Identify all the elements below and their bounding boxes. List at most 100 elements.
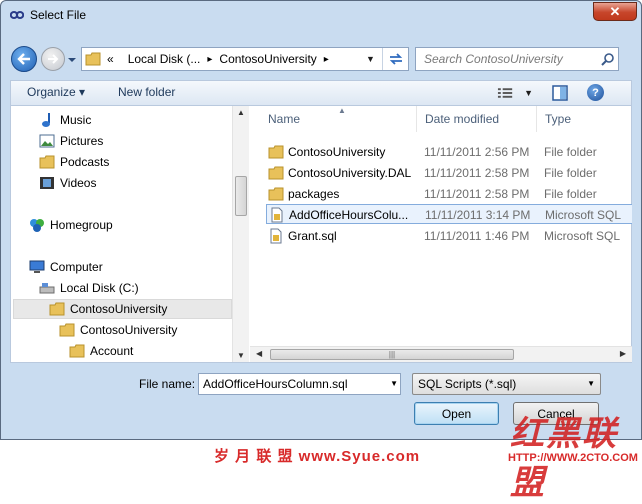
file-type: File folder	[544, 166, 597, 180]
dialog-icon	[10, 11, 24, 19]
select-file-dialog: Select File ✕ « Local Disk (... ▸ Contos…	[0, 0, 642, 440]
column-header-label: Type	[545, 112, 572, 126]
scroll-up-icon[interactable]: ▲	[237, 108, 245, 117]
nav-item-computer[interactable]: Computer	[29, 257, 103, 277]
refresh-button[interactable]	[382, 48, 408, 70]
column-header-date-modified[interactable]: Date modified	[417, 106, 537, 132]
file-row[interactable]: ContosoUniversity 11/11/2011 2:56 PM Fil…	[266, 142, 632, 162]
recent-pages-dropdown[interactable]	[67, 55, 77, 65]
chevron-right-icon[interactable]: ▸	[207, 54, 212, 65]
nav-item-music[interactable]: Music	[39, 110, 91, 130]
details-view-icon	[497, 88, 513, 98]
preview-pane-icon[interactable]	[551, 84, 569, 102]
title-bar: Select File ✕	[1, 1, 641, 29]
search-input[interactable]: Search ContosoUniversity	[424, 52, 598, 66]
watermark-text: 岁 月 联 盟 www.Syue.com	[214, 448, 421, 465]
nav-item-pictures[interactable]: Pictures	[39, 131, 103, 151]
folder-icon	[85, 52, 101, 66]
nav-item-label: Computer	[50, 260, 103, 274]
chevron-down-icon: ▼	[587, 379, 595, 388]
file-list-pane[interactable]: ▲ Name Date modified Type ContosoUnivers…	[250, 106, 632, 362]
nav-item-account[interactable]: Account	[69, 341, 133, 361]
nav-item-label: Local Disk (C:)	[60, 281, 139, 295]
breadcrumb-local-disk[interactable]: Local Disk (...	[128, 52, 201, 66]
homegroup-icon	[29, 217, 45, 233]
file-name: AddOfficeHoursColu...	[289, 208, 409, 222]
file-type: Microsoft SQL	[545, 208, 622, 222]
nav-item-local-disk[interactable]: Local Disk (C:)	[39, 278, 139, 298]
chevron-right-icon[interactable]: ▸	[324, 54, 329, 65]
scroll-thumb[interactable]: |||	[270, 349, 514, 360]
arrow-right-icon	[48, 54, 59, 64]
breadcrumb-overflow[interactable]: «	[107, 52, 114, 66]
search-icon[interactable]	[598, 49, 618, 69]
file-type: Microsoft SQL	[544, 229, 621, 243]
nav-item-label: Homegroup	[50, 218, 113, 232]
nav-item-podcasts[interactable]: Podcasts	[39, 152, 109, 172]
file-type-filter-value: SQL Scripts (*.sql)	[418, 377, 517, 391]
back-button[interactable]	[11, 46, 37, 72]
open-button[interactable]: Open	[414, 402, 499, 425]
chevron-down-icon: ▼	[524, 88, 533, 98]
file-type: File folder	[544, 187, 597, 201]
organize-menu[interactable]: Organize ▾	[27, 85, 85, 99]
nav-item-contosouniversity-child[interactable]: ContosoUniversity	[59, 320, 177, 340]
folder-icon	[49, 301, 65, 317]
file-row[interactable]: packages 11/11/2011 2:58 PM File folder	[266, 184, 632, 204]
nav-item-label: Music	[60, 113, 92, 127]
folder-icon	[69, 343, 85, 359]
sql-file-icon	[271, 207, 283, 223]
folder-icon	[268, 166, 284, 180]
scroll-thumb[interactable]	[235, 176, 247, 216]
views-menu[interactable]: ▼	[497, 85, 533, 101]
navigation-scrollbar[interactable]: ▲ ▼	[232, 106, 249, 362]
pictures-icon	[39, 133, 55, 149]
nav-item-videos[interactable]: Videos	[39, 173, 96, 193]
address-dropdown[interactable]: ▼	[359, 48, 381, 70]
help-icon: ?	[592, 86, 599, 99]
file-type-filter[interactable]: SQL Scripts (*.sql) ▼	[412, 373, 601, 395]
forward-button[interactable]	[41, 47, 65, 71]
navigation-pane[interactable]: Music Pictures Podcasts Videos Homegroup…	[11, 106, 249, 362]
new-folder-button[interactable]: New folder	[118, 85, 175, 99]
file-name-combobox[interactable]: AddOfficeHoursColumn.sql ▼	[198, 373, 401, 395]
file-row[interactable]: ContosoUniversity.DAL 11/11/2011 2:58 PM…	[266, 163, 632, 183]
nav-item-label: ContosoUniversity	[70, 302, 168, 316]
scroll-down-icon[interactable]: ▼	[237, 351, 245, 360]
chevron-down-icon[interactable]: ▼	[390, 379, 398, 388]
sql-file-icon	[270, 228, 282, 244]
close-button[interactable]: ✕	[593, 2, 637, 21]
folder-icon	[268, 145, 284, 159]
dialog-title: Select File	[30, 8, 87, 22]
file-name: ContosoUniversity	[288, 145, 386, 159]
folder-icon	[39, 154, 55, 170]
search-box[interactable]: Search ContosoUniversity	[415, 47, 619, 71]
file-name: Grant.sql	[288, 229, 337, 243]
nav-item-homegroup[interactable]: Homegroup	[29, 215, 113, 235]
column-header-name[interactable]: Name	[250, 106, 417, 132]
nav-item-label: Account	[90, 344, 134, 358]
file-date: 11/11/2011 2:56 PM	[424, 145, 530, 159]
scroll-left-icon[interactable]: ◀	[256, 349, 262, 358]
music-icon	[39, 112, 55, 128]
watermark-url: HTTP://WWW.2CTO.COM	[508, 452, 638, 464]
scroll-right-icon[interactable]: ▶	[620, 349, 626, 358]
navigation-row: « Local Disk (... ▸ ContosoUniversity ▸ …	[1, 43, 641, 77]
browser-panes: Music Pictures Podcasts Videos Homegroup…	[10, 105, 632, 363]
address-bar[interactable]: « Local Disk (... ▸ ContosoUniversity ▸ …	[81, 47, 409, 71]
nav-item-label: ContosoUniversity	[80, 323, 178, 337]
column-header-type[interactable]: Type	[537, 106, 632, 132]
file-row-selected[interactable]: AddOfficeHoursColu... 11/11/2011 3:14 PM…	[266, 204, 632, 224]
help-button[interactable]: ?	[587, 84, 604, 101]
chevron-down-icon: ▼	[366, 54, 375, 64]
nav-item-label: Podcasts	[60, 155, 110, 169]
file-list-horizontal-scrollbar[interactable]: ◀ ||| ▶	[250, 346, 632, 362]
breadcrumb-contosouniversity[interactable]: ContosoUniversity	[219, 52, 316, 66]
file-row[interactable]: Grant.sql 11/11/2011 1:46 PM Microsoft S…	[266, 226, 632, 246]
file-name: packages	[288, 187, 340, 201]
file-date: 11/11/2011 1:46 PM	[424, 229, 530, 243]
file-name-input[interactable]: AddOfficeHoursColumn.sql	[203, 377, 348, 391]
file-type: File folder	[544, 145, 597, 159]
nav-item-contosouniversity-selected[interactable]: ContosoUniversity	[13, 299, 232, 319]
videos-icon	[39, 175, 55, 191]
